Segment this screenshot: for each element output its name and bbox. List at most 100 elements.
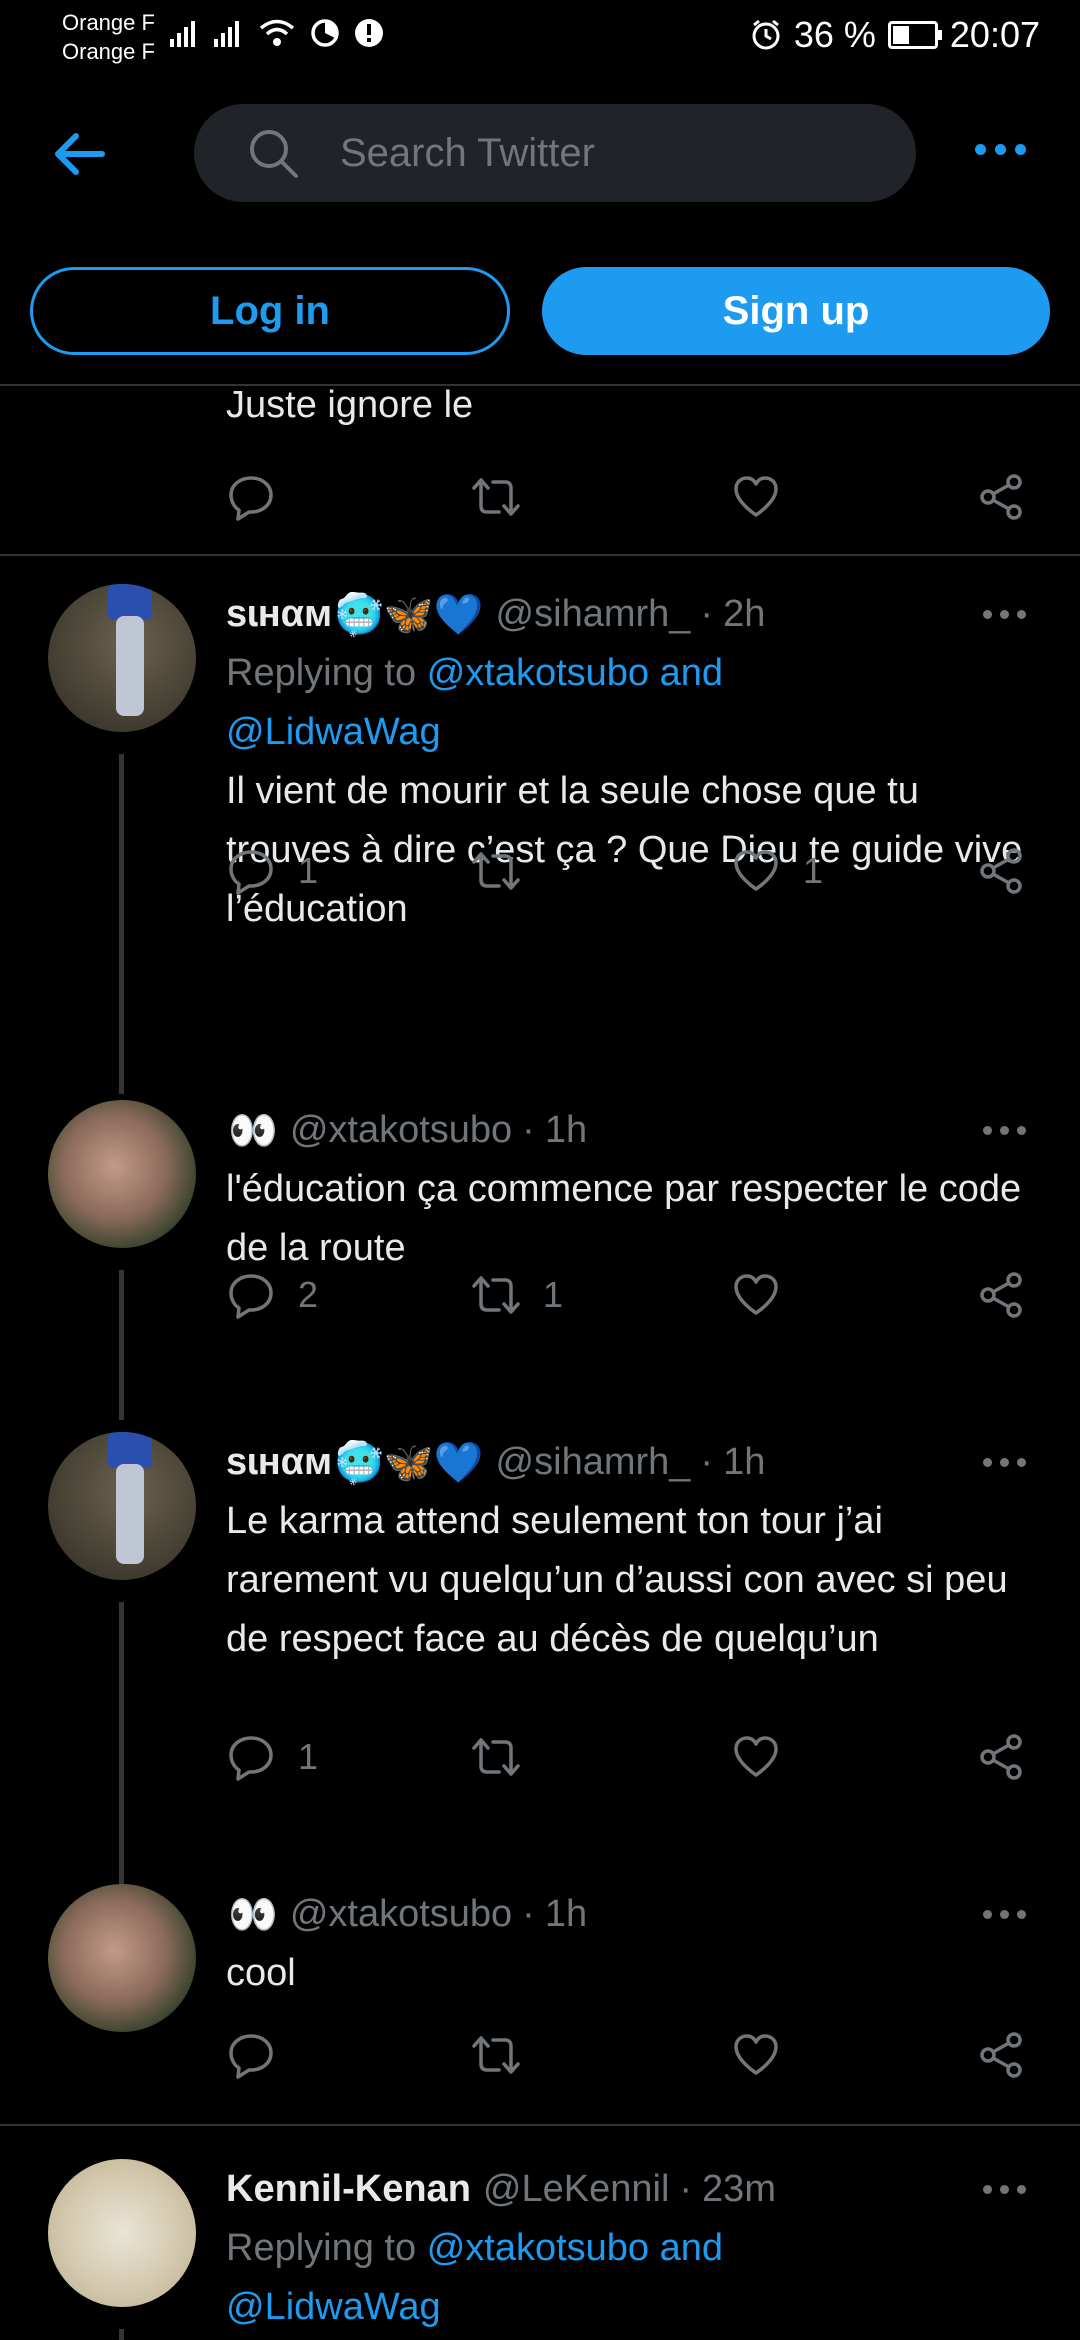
search-icon xyxy=(250,130,298,178)
tweet-actions: 1 1 xyxy=(226,846,1026,906)
tweet-body: sɩнαм 🥶🦋💙 @sihamrh_ · 1h Le karma attend … xyxy=(226,1432,1026,1669)
display-name[interactable]: 👀 xyxy=(226,1891,278,1938)
search-bar[interactable] xyxy=(194,104,916,202)
reply-button[interactable] xyxy=(226,2030,276,2080)
carrier-1: Orange F xyxy=(62,10,155,35)
tweet-header: 👀 @xtakotsubo · 1h xyxy=(226,1100,1026,1160)
more-dot xyxy=(983,1126,992,1135)
timestamp[interactable]: 23m xyxy=(702,2168,776,2211)
retweet-button[interactable] xyxy=(471,2030,521,2080)
name-text: sɩнαм xyxy=(226,1440,333,1483)
share-button[interactable] xyxy=(976,2030,1026,2080)
separator: · xyxy=(700,1440,714,1483)
handle[interactable]: @sihamrh_ xyxy=(496,1441,691,1484)
tweet-body: 👀 @xtakotsubo · 1h cool xyxy=(226,1884,1026,2003)
retweet-button[interactable]: 1 xyxy=(471,1270,563,1320)
timestamp[interactable]: 1h xyxy=(545,1109,587,1152)
reply-icon xyxy=(229,2034,273,2079)
share-button[interactable] xyxy=(976,846,1026,896)
replying-to: Replying to @xtakotsubo and @LidwaWag xyxy=(226,644,1026,762)
mention-link[interactable]: @LidwaWag xyxy=(226,711,441,753)
reply-button[interactable]: 2 xyxy=(226,1270,318,1320)
more-dot xyxy=(1000,610,1009,619)
reply-button[interactable]: 1 xyxy=(226,846,318,896)
retweet-button[interactable] xyxy=(471,1732,543,1782)
display-name[interactable]: sɩнαм 🥶🦋💙 xyxy=(226,591,484,638)
share-icon xyxy=(980,2032,1022,2078)
handle[interactable]: @sihamrh_ xyxy=(496,593,691,636)
mention-link[interactable]: @xtakotsubo xyxy=(427,652,649,694)
like-button[interactable] xyxy=(731,1732,803,1782)
separator: · xyxy=(522,1892,535,1935)
name-emojis: 🥶🦋💙 xyxy=(334,592,484,637)
avatar[interactable] xyxy=(48,1432,196,1580)
like-button[interactable] xyxy=(731,1270,803,1320)
mention-link[interactable]: @LidwaWag xyxy=(226,2286,441,2328)
handle[interactable]: @LeKennil xyxy=(483,2168,669,2211)
more-dot xyxy=(1017,1126,1026,1135)
share-button[interactable] xyxy=(976,1270,1026,1320)
like-button[interactable] xyxy=(731,2030,781,2080)
retweet-icon xyxy=(472,852,520,890)
reply-button[interactable]: 1 xyxy=(226,1732,318,1782)
more-dot xyxy=(983,1910,992,1919)
separator: · xyxy=(522,1108,535,1151)
login-button[interactable]: Log in xyxy=(30,267,510,355)
reply-icon xyxy=(229,476,273,521)
back-button[interactable] xyxy=(48,124,108,184)
tweet-actions xyxy=(226,472,1026,532)
tweet-body: 👀 @xtakotsubo · 1h l'éducation ça commen… xyxy=(226,1100,1026,1278)
alert-icon xyxy=(355,19,383,47)
retweet-button[interactable] xyxy=(471,472,521,522)
avatar[interactable] xyxy=(48,1884,196,2032)
retweet-icon xyxy=(472,2036,520,2074)
thread-line xyxy=(119,2329,124,2340)
tweet-header: sɩнαм 🥶🦋💙 @sihamrh_ · 1h xyxy=(226,1432,1026,1492)
share-button[interactable] xyxy=(976,472,1026,522)
heart-icon xyxy=(734,1736,778,1777)
timestamp[interactable]: 2h xyxy=(723,593,765,636)
reply-and[interactable]: and xyxy=(660,2227,723,2269)
reply-and[interactable]: and xyxy=(660,652,723,694)
avatar[interactable] xyxy=(48,2159,196,2307)
reply-count: 1 xyxy=(298,850,319,891)
more-dot xyxy=(1000,1910,1009,1919)
avatar[interactable] xyxy=(48,584,196,732)
retweet-count: 1 xyxy=(543,1274,564,1315)
share-icon xyxy=(980,1734,1022,1780)
tweet-feed[interactable]: Juste ignore le sɩнαм🥶🦋💙 @sihamrh_ · 2h xyxy=(0,384,1080,2340)
thread-line xyxy=(119,1270,124,1420)
more-dot xyxy=(1015,144,1026,155)
divider xyxy=(0,2124,1080,2126)
back-arrow-icon xyxy=(55,133,105,175)
more-dot xyxy=(1000,1126,1009,1135)
tweet-actions: 2 1 xyxy=(226,1270,1026,1330)
tweet-more-button[interactable] xyxy=(983,1910,1026,1919)
retweet-button[interactable] xyxy=(471,846,543,896)
more-dot xyxy=(1017,610,1026,619)
timestamp[interactable]: 1h xyxy=(545,1893,587,1936)
status-right: 36 % 20:07 xyxy=(750,14,1040,56)
tweet-more-button[interactable] xyxy=(983,610,1026,619)
search-input[interactable] xyxy=(338,129,902,177)
mention-link[interactable]: @xtakotsubo xyxy=(427,2227,649,2269)
signup-button[interactable]: Sign up xyxy=(542,267,1050,355)
share-button[interactable] xyxy=(976,1732,1026,1782)
reply-button[interactable] xyxy=(226,472,276,522)
tweet-more-button[interactable] xyxy=(983,1126,1026,1135)
handle[interactable]: @xtakotsubo xyxy=(290,1893,512,1936)
like-button[interactable]: 1 xyxy=(731,846,823,896)
heart-icon xyxy=(734,476,778,517)
tweet-more-button[interactable] xyxy=(983,1458,1026,1467)
handle[interactable]: @xtakotsubo xyxy=(290,1109,512,1152)
tweet-more-button[interactable] xyxy=(983,2185,1026,2194)
wifi-icon xyxy=(259,19,295,46)
reply-icon xyxy=(229,1274,273,1319)
like-button[interactable] xyxy=(731,472,781,522)
more-options-button[interactable] xyxy=(975,144,1026,155)
timestamp[interactable]: 1h xyxy=(723,1441,765,1484)
display-name[interactable]: Kennil-Kenan xyxy=(226,2168,471,2211)
avatar[interactable] xyxy=(48,1100,196,1248)
display-name[interactable]: 👀 xyxy=(226,1107,278,1154)
display-name[interactable]: sɩнαм 🥶🦋💙 xyxy=(226,1439,484,1486)
